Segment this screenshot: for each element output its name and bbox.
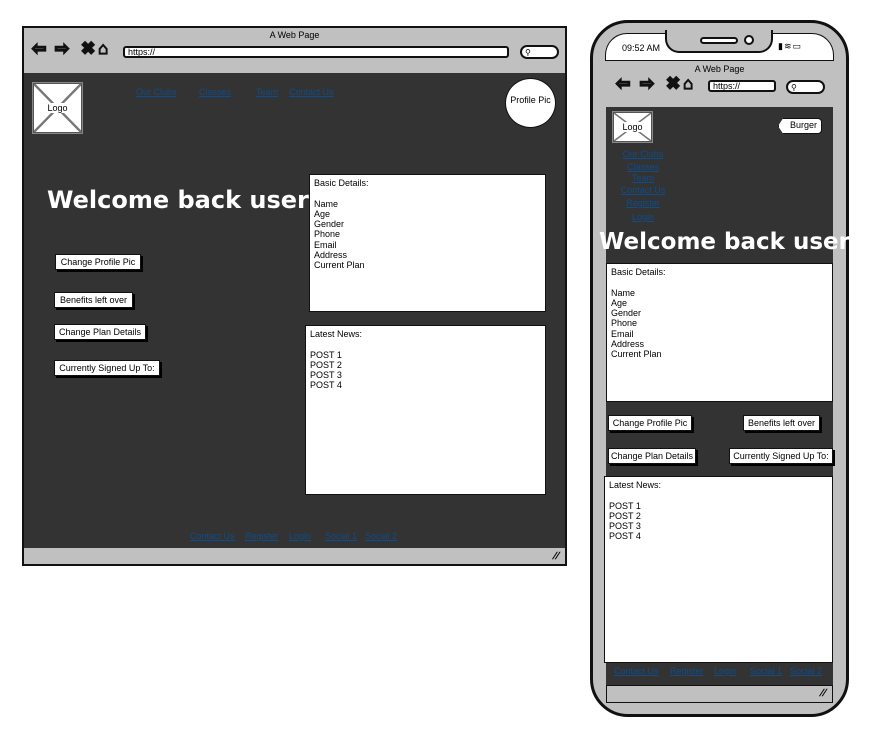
field-current-plan: Current Plan	[314, 260, 365, 271]
phone-status-strip	[606, 685, 833, 703]
nav-team[interactable]: Team	[256, 87, 278, 97]
field-phone: Phone	[611, 318, 638, 329]
basic-details-heading: Basic Details:	[611, 267, 666, 277]
logo-label: Logo	[45, 103, 70, 113]
benefits-button[interactable]: Benefits left over	[54, 292, 133, 308]
url-input[interactable]: https://	[123, 46, 509, 58]
field-address: Address	[611, 339, 645, 350]
phone-time: 09:52 AM	[622, 43, 661, 53]
news-heading: Latest News:	[609, 480, 662, 490]
burger-menu-button[interactable]: Burger	[778, 118, 822, 134]
close-icon[interactable]: ✖	[80, 39, 96, 57]
field-address: Address	[314, 250, 348, 261]
field-age: Age	[314, 208, 331, 219]
back-icon[interactable]: ⇦	[615, 74, 631, 92]
footer-login[interactable]: Login	[714, 666, 736, 676]
nav-register[interactable]: Register	[613, 197, 673, 211]
news-post[interactable]: POST 2	[310, 360, 541, 370]
footer-social-2[interactable]: Social 2	[365, 531, 397, 541]
phone-nav: Our Clubs Classes Team Contact Us Regist…	[613, 148, 673, 224]
footer-contact-us[interactable]: Contact Us	[190, 531, 235, 541]
forward-icon[interactable]: ⇨	[639, 74, 655, 92]
nav-team[interactable]: Team	[613, 173, 673, 184]
logo[interactable]: Logo	[32, 82, 83, 134]
field-gender: Gender	[611, 308, 642, 319]
footer-social-1[interactable]: Social 1	[325, 531, 357, 541]
change-profile-pic-button[interactable]: Change Profile Pic	[55, 254, 141, 270]
nav-our-clubs[interactable]: Our Clubs	[613, 148, 673, 162]
nav-contact-us[interactable]: Contact Us	[289, 87, 334, 97]
phone-browser-title: A Web Page	[694, 64, 745, 74]
home-icon[interactable]: ⌂	[97, 39, 109, 57]
field-email: Email	[611, 328, 634, 339]
nav-login[interactable]: Login	[613, 211, 673, 225]
phone-benefits-button[interactable]: Benefits left over	[743, 415, 820, 431]
field-phone: Phone	[314, 229, 341, 240]
nav-our-clubs[interactable]: Our Clubs	[136, 87, 177, 97]
field-gender: Gender	[314, 219, 345, 230]
forward-icon[interactable]: ⇨	[54, 39, 70, 57]
field-age: Age	[611, 297, 628, 308]
latest-news-panel: Latest News: POST 1 POST 2 POST 3 POST 4	[305, 325, 546, 495]
footer-login[interactable]: Login	[289, 531, 311, 541]
logo-label: Logo	[620, 122, 645, 132]
news-post[interactable]: POST 1	[310, 350, 541, 360]
change-plan-button[interactable]: Change Plan Details	[54, 324, 146, 340]
phone-welcome-heading: Welcome back user!	[599, 229, 861, 255]
news-post[interactable]: POST 2	[609, 511, 828, 521]
news-post[interactable]: POST 4	[310, 380, 541, 390]
signal-wifi-battery-icon: ▮≋▭	[778, 41, 802, 51]
phone-change-plan-button[interactable]: Change Plan Details	[608, 448, 696, 464]
phone-basic-details-panel: Basic Details: Name Age Gender Phone Ema…	[606, 263, 833, 402]
footer-register[interactable]: Register	[245, 531, 279, 541]
news-heading: Latest News:	[310, 329, 363, 339]
field-email: Email	[314, 239, 337, 250]
welcome-heading: Welcome back user!	[47, 186, 320, 214]
footer-social-2[interactable]: Social 2	[790, 666, 822, 676]
footer-register[interactable]: Register	[670, 666, 704, 676]
camera-icon	[744, 35, 754, 45]
phone-search-input[interactable]: ⚲	[786, 80, 825, 94]
nav-classes[interactable]: Classes	[199, 87, 231, 97]
phone-change-profile-pic-button[interactable]: Change Profile Pic	[608, 415, 692, 431]
home-icon[interactable]: ⌂	[682, 74, 694, 92]
nav-contact-us[interactable]: Contact Us	[613, 184, 673, 198]
signed-up-button[interactable]: Currently Signed Up To:	[54, 360, 160, 376]
footer-social-1[interactable]: Social 1	[750, 666, 782, 676]
field-name: Name	[314, 198, 339, 209]
search-icon: ⚲	[525, 48, 531, 57]
nav-classes[interactable]: Classes	[613, 162, 673, 173]
back-icon[interactable]: ⇦	[31, 39, 47, 57]
search-input[interactable]: ⚲	[520, 45, 559, 59]
speaker-icon	[700, 37, 738, 44]
profile-pic[interactable]: Profile Pic	[505, 78, 556, 128]
news-post[interactable]: POST 3	[609, 521, 828, 531]
search-icon: ⚲	[791, 83, 797, 92]
close-icon[interactable]: ✖	[665, 74, 681, 92]
news-post[interactable]: POST 3	[310, 370, 541, 380]
phone-signed-up-button[interactable]: Currently Signed Up To:	[729, 448, 833, 464]
footer-contact-us[interactable]: Contact Us	[614, 666, 659, 676]
news-post[interactable]: POST 1	[609, 501, 828, 511]
field-name: Name	[611, 287, 636, 298]
phone-url-input[interactable]: https://	[708, 80, 776, 92]
basic-details-panel: Basic Details: Name Age Gender Phone Ema…	[309, 174, 546, 312]
basic-details-heading: Basic Details:	[314, 178, 369, 188]
phone-latest-news-panel: Latest News: POST 1 POST 2 POST 3 POST 4	[604, 476, 833, 663]
phone-logo[interactable]: Logo	[612, 111, 653, 143]
field-current-plan: Current Plan	[611, 349, 662, 360]
news-post[interactable]: POST 4	[609, 531, 828, 541]
